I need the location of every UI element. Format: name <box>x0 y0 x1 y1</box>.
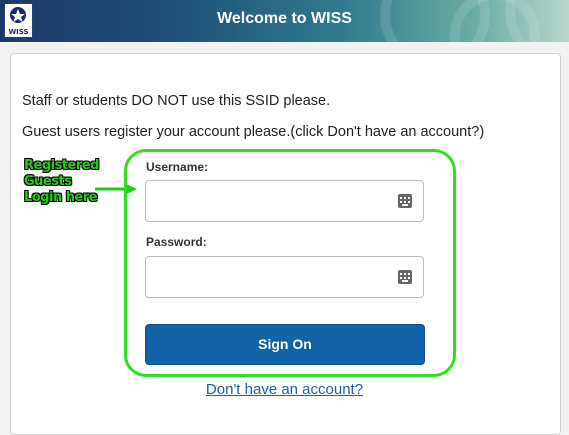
annotation-line: Registered <box>24 158 99 173</box>
password-label: Password: <box>146 235 207 249</box>
sign-on-button[interactable]: Sign On <box>145 324 425 365</box>
username-label: Username: <box>146 160 209 174</box>
notice-line-1: Staff or students DO NOT use this SSID p… <box>22 93 331 109</box>
username-field[interactable] <box>145 180 424 222</box>
notice-line-2: Guest users register your account please… <box>22 124 485 140</box>
page-title: Welcome to WISS <box>217 10 352 27</box>
annotation-line: Guests <box>24 174 72 189</box>
password-field[interactable] <box>145 256 424 298</box>
annotation-line: Login here <box>24 190 98 205</box>
keyboard-icon[interactable] <box>398 270 412 284</box>
keyboard-icon[interactable] <box>398 194 412 208</box>
register-link[interactable]: Don't have an account? <box>0 381 569 398</box>
guest-login-annotation: Registered Guests Login here <box>24 158 99 206</box>
header-bar: WISS Welcome to WISS <box>0 0 569 42</box>
